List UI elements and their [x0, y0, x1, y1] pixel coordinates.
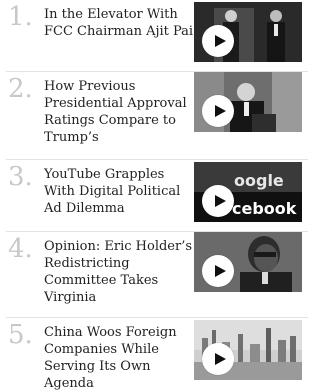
- video-thumbnail[interactable]: [194, 320, 302, 380]
- rank-number: 5.: [8, 320, 33, 350]
- play-button[interactable]: [202, 185, 234, 217]
- headline-link[interactable]: China Woos Foreign Companies While Servi…: [44, 318, 194, 390]
- list-item[interactable]: 4. Opinion: Eric Holder’s Redistricting …: [6, 232, 308, 318]
- list-item[interactable]: 3. YouTube Grapples With Digital Politic…: [6, 160, 308, 232]
- video-list: 1. In the Elevator With FCC Chairman Aji…: [0, 0, 314, 390]
- play-button[interactable]: [202, 25, 234, 57]
- headline-link[interactable]: Opinion: Eric Holder’s Redistricting Com…: [44, 232, 194, 317]
- rank-number: 1.: [8, 2, 33, 32]
- video-thumbnail[interactable]: [194, 72, 302, 132]
- play-icon: [214, 35, 226, 47]
- play-button[interactable]: [202, 255, 234, 287]
- rank-number: 2.: [8, 74, 33, 104]
- thumbnail-text-bottom: cebook: [232, 199, 297, 218]
- list-item[interactable]: 1. In the Elevator With FCC Chairman Aji…: [6, 0, 308, 72]
- play-icon: [214, 105, 226, 117]
- video-thumbnail[interactable]: [194, 232, 302, 292]
- headline-link[interactable]: In the Elevator With FCC Chairman Ajit P…: [44, 0, 194, 71]
- headline-link[interactable]: How Previous Presidential Approval Ratin…: [44, 72, 194, 159]
- rank-number: 3.: [8, 162, 33, 192]
- list-item[interactable]: 5. China Woos Foreign Companies While Se…: [6, 318, 308, 390]
- play-icon: [214, 195, 226, 207]
- list-item[interactable]: 2. How Previous Presidential Approval Ra…: [6, 72, 308, 160]
- rank-number: 4.: [8, 234, 33, 264]
- play-icon: [214, 353, 226, 365]
- video-thumbnail[interactable]: oogle cebook: [194, 162, 302, 222]
- play-button[interactable]: [202, 95, 234, 127]
- play-button[interactable]: [202, 343, 234, 375]
- headline-link[interactable]: YouTube Grapples With Digital Political …: [44, 160, 194, 231]
- thumbnail-text-top: oogle: [234, 171, 284, 190]
- play-icon: [214, 265, 226, 277]
- video-thumbnail[interactable]: [194, 2, 302, 62]
